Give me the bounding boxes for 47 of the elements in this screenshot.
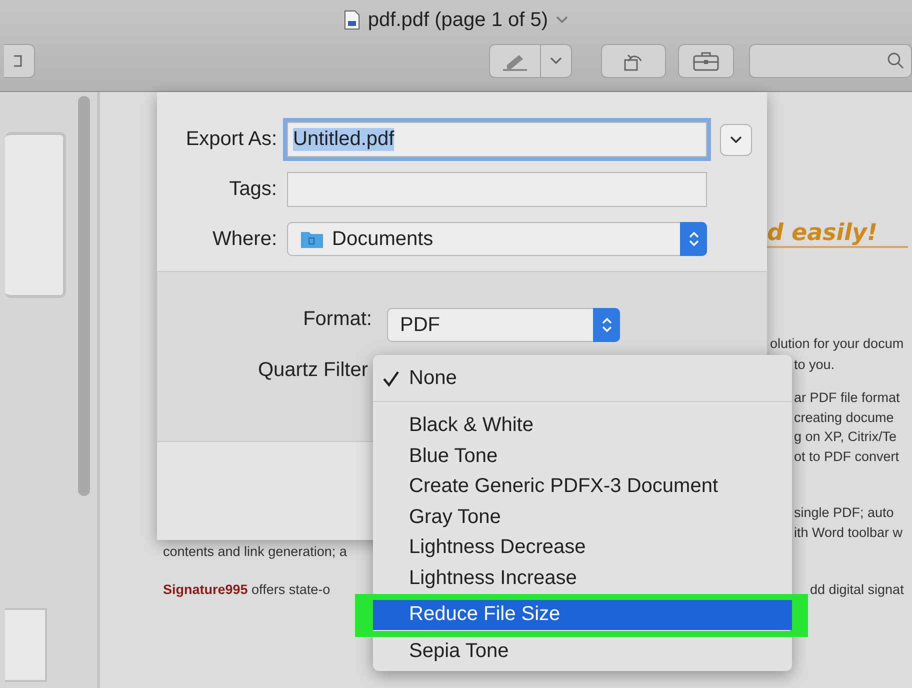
field-label: Export As:: [184, 128, 277, 151]
search-field[interactable]: [748, 44, 912, 78]
document-text: contents and link generation; a: [163, 544, 347, 559]
text-field[interactable]: [287, 172, 707, 207]
document-text: Signature995 offers state-o: [163, 582, 330, 597]
document-text: ot to PDF convert: [794, 449, 900, 464]
page-thumbnail[interactable]: [5, 608, 47, 682]
document-text: single PDF; auto: [794, 505, 894, 520]
menu-item[interactable]: Gray Tone: [373, 502, 792, 532]
toolbox-button[interactable]: [678, 44, 734, 78]
toolbox-icon: [692, 51, 720, 71]
document-text: ith Word toolbar w: [794, 525, 903, 540]
menu-item[interactable]: None: [373, 363, 792, 394]
stepper-icon: [688, 230, 700, 248]
window-title: pdf.pdf (page 1 of 5): [368, 8, 548, 32]
folder-icon: [300, 229, 324, 249]
field-label: Tags:: [228, 178, 277, 201]
chevron-down-icon[interactable]: [556, 16, 568, 24]
document-text: olution for your docum: [770, 336, 904, 351]
menu-item[interactable]: Sepia Tone: [373, 636, 792, 666]
menu-item[interactable]: Create Generic PDFX-3 Document: [373, 472, 792, 502]
field-label: Where:: [212, 228, 277, 250]
menu-item[interactable]: Lightness Decrease: [373, 532, 792, 563]
check-icon: [382, 371, 400, 387]
chevron-down-icon: [550, 57, 562, 65]
menu-item[interactable]: Reduce File Size: [373, 600, 792, 630]
scrollbar[interactable]: [78, 96, 90, 496]
rotate-button[interactable]: [600, 44, 666, 78]
format-popup[interactable]: PDF: [387, 308, 620, 342]
page-thumbnail[interactable]: [5, 132, 66, 298]
document-text: to you.: [794, 357, 835, 372]
menu-item[interactable]: Black & White: [373, 410, 792, 441]
document-text: dd digital signat: [810, 582, 904, 597]
sidebar-button[interactable]: [4, 44, 35, 78]
document-text: creating docume: [794, 410, 894, 425]
field-label: Format:: [302, 308, 372, 332]
search-icon: [887, 52, 905, 70]
expand-button[interactable]: [720, 124, 752, 156]
pdf-file-icon: [344, 10, 360, 30]
document-text: g on XP, Citrix/Te: [794, 429, 897, 444]
document-text: ar PDF file format: [794, 390, 900, 405]
field-label: Quartz Filter: [256, 359, 368, 382]
menu-item[interactable]: Lightness Increase: [373, 563, 792, 594]
location-popup[interactable]: Documents: [287, 222, 707, 256]
menu-item[interactable]: Blue Tone: [373, 441, 792, 472]
chevron-down-icon: [730, 136, 742, 144]
stepper-icon: [600, 316, 612, 334]
